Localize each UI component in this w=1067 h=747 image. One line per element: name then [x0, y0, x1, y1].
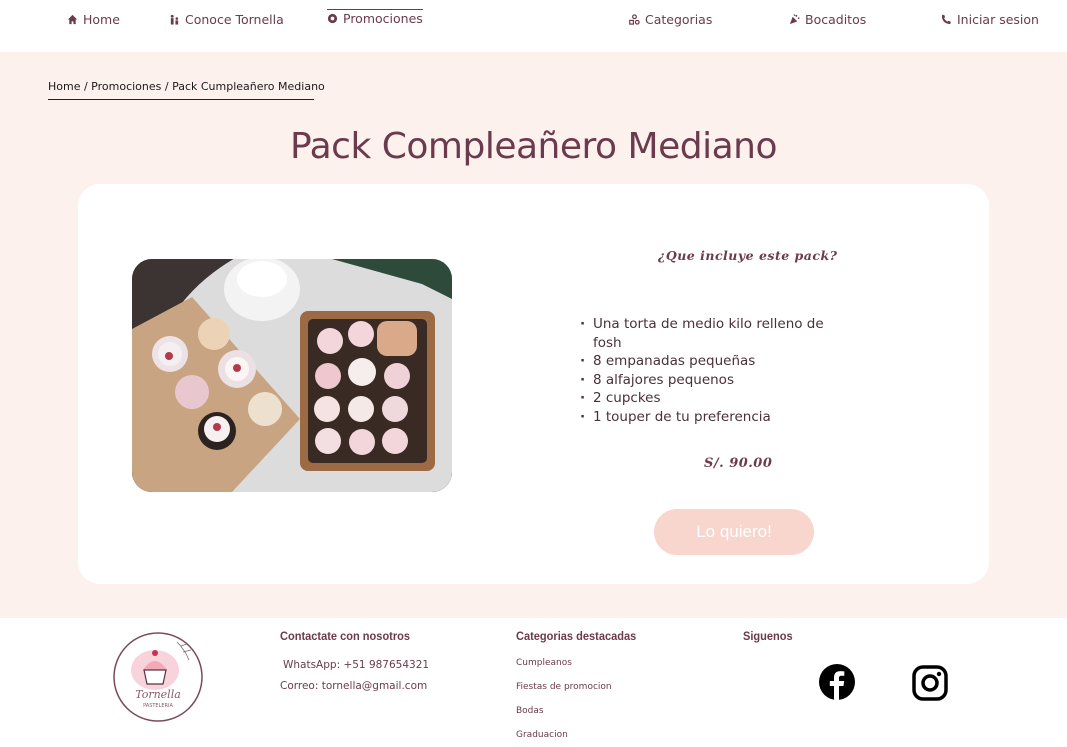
price: S/. 90.00	[704, 456, 773, 471]
top-nav: Home Conoce Tornella Promociones Categor…	[0, 0, 1067, 52]
lo-quiero-button[interactable]: Lo quiero!	[654, 509, 814, 555]
product-card: ¿Que incluye este pack? Una torta de med…	[78, 184, 989, 584]
nav-conoce-tornella[interactable]: Conoce Tornella	[169, 10, 284, 28]
list-item: Una torta de medio kilo relleno de fosh	[580, 315, 830, 352]
nav-home[interactable]: Home	[67, 10, 120, 28]
nav-iniciar-sesion[interactable]: Iniciar sesion	[941, 10, 1039, 28]
nav-home-label: Home	[83, 11, 120, 27]
social-title: Siguenos	[743, 629, 793, 643]
user-phone-icon	[941, 14, 951, 24]
nav-promociones-label: Promociones	[343, 11, 423, 26]
list-item: 2 cupckes	[580, 389, 830, 408]
category-link-fiestas[interactable]: Fiestas de promocion	[516, 682, 612, 692]
instagram-icon[interactable]	[912, 665, 948, 701]
category-link-bodas[interactable]: Bodas	[516, 706, 544, 716]
nav-bocaditos[interactable]: Bocaditos	[789, 10, 866, 28]
category-link-cumpleanos[interactable]: Cumpleanos	[516, 658, 572, 668]
category-link-graduacion[interactable]: Graduacion	[516, 730, 568, 740]
nav-conoce-label: Conoce Tornella	[185, 11, 284, 27]
shapes-icon	[629, 13, 640, 25]
badge-icon	[327, 13, 338, 24]
footer: Tornella PASTELERIA Contactate con nosot…	[8, 618, 1067, 747]
includes-title: ¿Que incluye este pack?	[658, 248, 838, 263]
logo-subtitle: PASTELERIA	[143, 703, 173, 709]
pack-image	[132, 259, 452, 492]
nav-iniciar-label: Iniciar sesion	[957, 11, 1039, 27]
facebook-icon[interactable]	[819, 664, 855, 700]
nav-categorias-label: Categorias	[645, 11, 713, 27]
contact-title: Contactate con nosotros	[280, 629, 411, 643]
whatsapp-text: WhatsApp: +51 987654321	[283, 659, 430, 671]
party-icon	[789, 13, 800, 24]
logo-wordmark: Tornella	[135, 688, 181, 701]
nav-bocaditos-label: Bocaditos	[805, 11, 867, 27]
email-text: Correo: tornella@gmail.com	[280, 680, 428, 692]
product-photo	[132, 259, 452, 492]
breadcrumb[interactable]: Home / Promociones / Pack Cumpleañero Me…	[48, 80, 325, 100]
includes-list: Una torta de medio kilo relleno de fosh …	[580, 315, 830, 426]
tornella-logo: Tornella PASTELERIA	[113, 632, 203, 722]
nav-promociones[interactable]: Promociones	[327, 9, 423, 27]
list-item: 1 touper de tu preferencia	[580, 408, 830, 427]
main-content: Home / Promociones / Pack Cumpleañero Me…	[0, 52, 1067, 618]
people-icon	[170, 14, 179, 25]
home-icon	[67, 14, 78, 24]
list-item: 8 empanadas pequeñas	[580, 352, 830, 371]
list-item: 8 alfajores pequenos	[580, 371, 830, 390]
categories-title: Categorias destacadas	[516, 629, 637, 643]
page-title: Pack Compleañero Mediano	[290, 126, 777, 167]
nav-categorias[interactable]: Categorias	[629, 10, 712, 28]
